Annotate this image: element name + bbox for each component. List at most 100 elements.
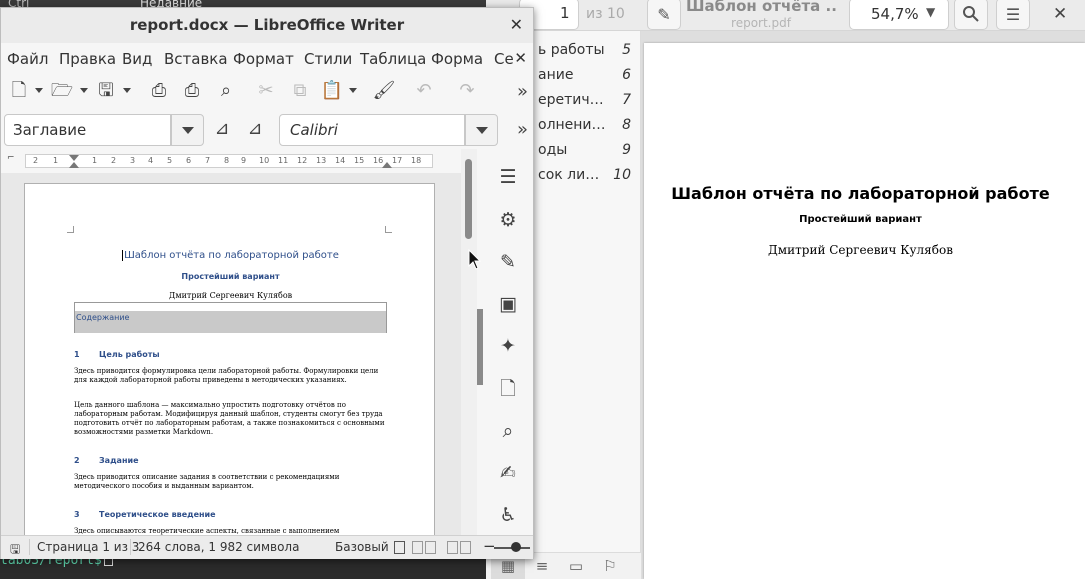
menu-format[interactable]: Формат [233,50,294,68]
annotate-button[interactable]: ✎ [647,0,681,30]
paste-icon[interactable]: 📋 [319,78,345,104]
pdf-doc-subtitle: Простейший вариант [799,214,922,225]
menu-file[interactable]: Файл [7,50,48,68]
chevron-down-icon[interactable] [35,88,43,93]
font-name-input[interactable]: Calibri [279,114,465,146]
left-indent-marker[interactable] [69,162,79,168]
toolbar-overflow-icon[interactable]: » [517,119,528,140]
font-name-dropdown[interactable] [465,114,498,146]
writer-titlebar[interactable]: report.docx — LibreOffice Writer ✕ [1,8,533,43]
save-status-icon[interactable]: 🖫 [10,540,20,561]
scrollbar-thumb[interactable] [465,159,472,239]
properties-icon[interactable]: ⚙ [495,207,521,233]
pdf-zoom-select[interactable]: 54,7% ▼ [849,0,949,30]
toc-frame: Содержание [74,302,387,333]
vertical-scrollbar[interactable] [461,149,477,535]
document-area[interactable]: Шаблон отчёта по лабораторной работе Про… [1,173,461,535]
right-indent-marker[interactable] [382,162,392,168]
sidebar-collapse-handle[interactable] [477,309,483,385]
book-view-icon[interactable] [447,541,458,554]
print-icon[interactable]: ⎙ [179,78,205,104]
pdf-doc-title: Шаблон отчёта по лабораторной работе [671,184,1050,203]
doc-subtitle: Простейший вариант [181,272,280,281]
first-line-indent-marker[interactable] [69,155,79,161]
style-inspector-icon[interactable]: ⌕ [495,418,521,444]
close-icon[interactable]: ✕ [510,15,523,34]
chevron-down-icon[interactable] [80,88,88,93]
menu-view[interactable]: Вид [122,50,152,68]
document-page[interactable]: Шаблон отчёта по лабораторной работе Про… [24,183,435,535]
new-style-icon[interactable]: ⊿ [242,116,268,142]
open-folder-icon[interactable]: 🗁 [49,78,75,104]
menu-insert[interactable]: Вставка [164,50,228,68]
hamburger-icon: ☰ [1005,4,1021,24]
tab-stop-selector-icon[interactable]: ⌐ [7,153,15,163]
formatting-toolbar: Заглавие ⊿ ⊿ Calibri » [1,111,533,149]
word-count[interactable]: 264 слова, 1 982 символа [138,540,299,554]
toolbar-overflow-icon[interactable]: » [517,81,528,102]
writer-window: report.docx — LibreOffice Writer ✕ Файл … [0,7,534,559]
menu-tools[interactable]: Се [494,50,514,68]
search-button[interactable] [954,0,988,30]
cut-icon[interactable]: ✂ [253,78,279,104]
zoom-slider-knob[interactable] [511,542,521,552]
chevron-down-icon[interactable] [349,88,357,93]
accessibility-check-icon[interactable]: ♿ [495,502,521,528]
paragraph-style-value: Заглавие [13,121,87,139]
bookmark-icon: ⚐ [603,557,617,575]
page-count[interactable]: Страница 1 из 3 [37,540,139,554]
update-style-icon[interactable]: ⊿ [209,116,235,142]
single-page-view-icon[interactable] [394,541,405,554]
toc-heading: Содержание [75,311,386,333]
chevron-down-icon[interactable] [123,88,131,93]
book-view-icon[interactable] [460,541,471,554]
chevron-down-icon [476,127,488,134]
section-heading: 2 Задание [74,456,139,465]
save-icon[interactable]: 🖫 [93,78,119,104]
pdf-canvas[interactable]: Шаблон отчёта по лабораторной работе Про… [641,31,1085,579]
pdf-zoom-value: 54,7% [871,5,919,23]
sidebar-deck-splitter[interactable] [477,149,487,535]
clone-formatting-icon[interactable]: 🖌 [371,78,397,104]
bookmarks-tab[interactable]: ⚐ [593,553,627,579]
manage-changes-icon[interactable]: ✍ [495,460,521,486]
doc-title[interactable]: Шаблон отчёта по лабораторной работе [25,250,436,261]
pdf-viewer-window: 1 из 10 ✎ Шаблон отчёта ... report.pdf 5… [486,0,1085,579]
writer-sidebar: ☰ ⚙ ✎ ▣ ✦ 🗋 ⌕ ✍ ♿ [487,149,533,535]
new-document-icon[interactable]: 🗋 [6,78,32,104]
copy-icon[interactable]: ⧉ [287,78,313,104]
multi-page-view-icon[interactable] [412,541,423,554]
pdf-close-icon[interactable]: ✕ [1053,4,1067,24]
print-preview-icon[interactable]: ⌕ [213,78,239,104]
gallery-icon[interactable]: ▣ [495,291,521,317]
standard-toolbar: 🗋 🗁 🖫 ⎙ ⎙ ⌕ ✂ ⧉ 📋 🖌 ↶ ↷ » [1,73,533,111]
doc-paragraph: Здесь приводится описание задания в соот… [74,473,340,490]
ruler-scale: 2 1 1 2 3 4 5 6 7 8 9 10 11 12 13 14 15 … [25,154,433,168]
navigator-icon[interactable]: ✦ [495,333,521,359]
close-document-icon[interactable]: ✕ [514,49,527,67]
menu-table[interactable]: Таблица [360,50,426,68]
pdf-doc-author: Дмитрий Сергеевич Кулябов [768,243,953,257]
menu-bar: Файл Правка Вид Вставка Формат Стили Таб… [1,43,533,73]
page-icon[interactable]: 🗋 [495,376,521,402]
page-style[interactable]: Базовый [335,540,389,554]
redo-icon[interactable]: ↷ [454,78,480,104]
multi-page-view-icon[interactable] [425,541,436,554]
horizontal-ruler[interactable]: ⌐ 2 1 1 2 3 4 5 6 7 8 9 10 11 12 13 14 1… [1,149,461,173]
export-pdf-icon[interactable]: ⎙ [146,78,172,104]
section-heading: 1 Цель работы [74,350,160,359]
menu-form[interactable]: Форма [431,50,483,68]
undo-icon[interactable]: ↶ [411,78,437,104]
menu-button[interactable]: ☰ [996,0,1030,30]
sidebar-menu-icon[interactable]: ☰ [495,164,521,190]
paragraph-style-input[interactable]: Заглавие [4,114,171,146]
pdf-header-bar: 1 из 10 ✎ Шаблон отчёта ... report.pdf 5… [486,0,1085,31]
pencil-icon: ✎ [657,4,671,24]
paragraph-style-dropdown[interactable] [171,114,204,146]
status-bar: 🖫 Страница 1 из 3 264 слова, 1 982 симво… [1,535,533,559]
menu-styles[interactable]: Стили [304,50,352,68]
styles-icon[interactable]: ✎ [495,249,521,275]
menu-edit[interactable]: Правка [59,50,116,68]
zoom-out-icon[interactable]: − [483,537,496,555]
annotations-tab[interactable]: ▭ [559,553,593,579]
